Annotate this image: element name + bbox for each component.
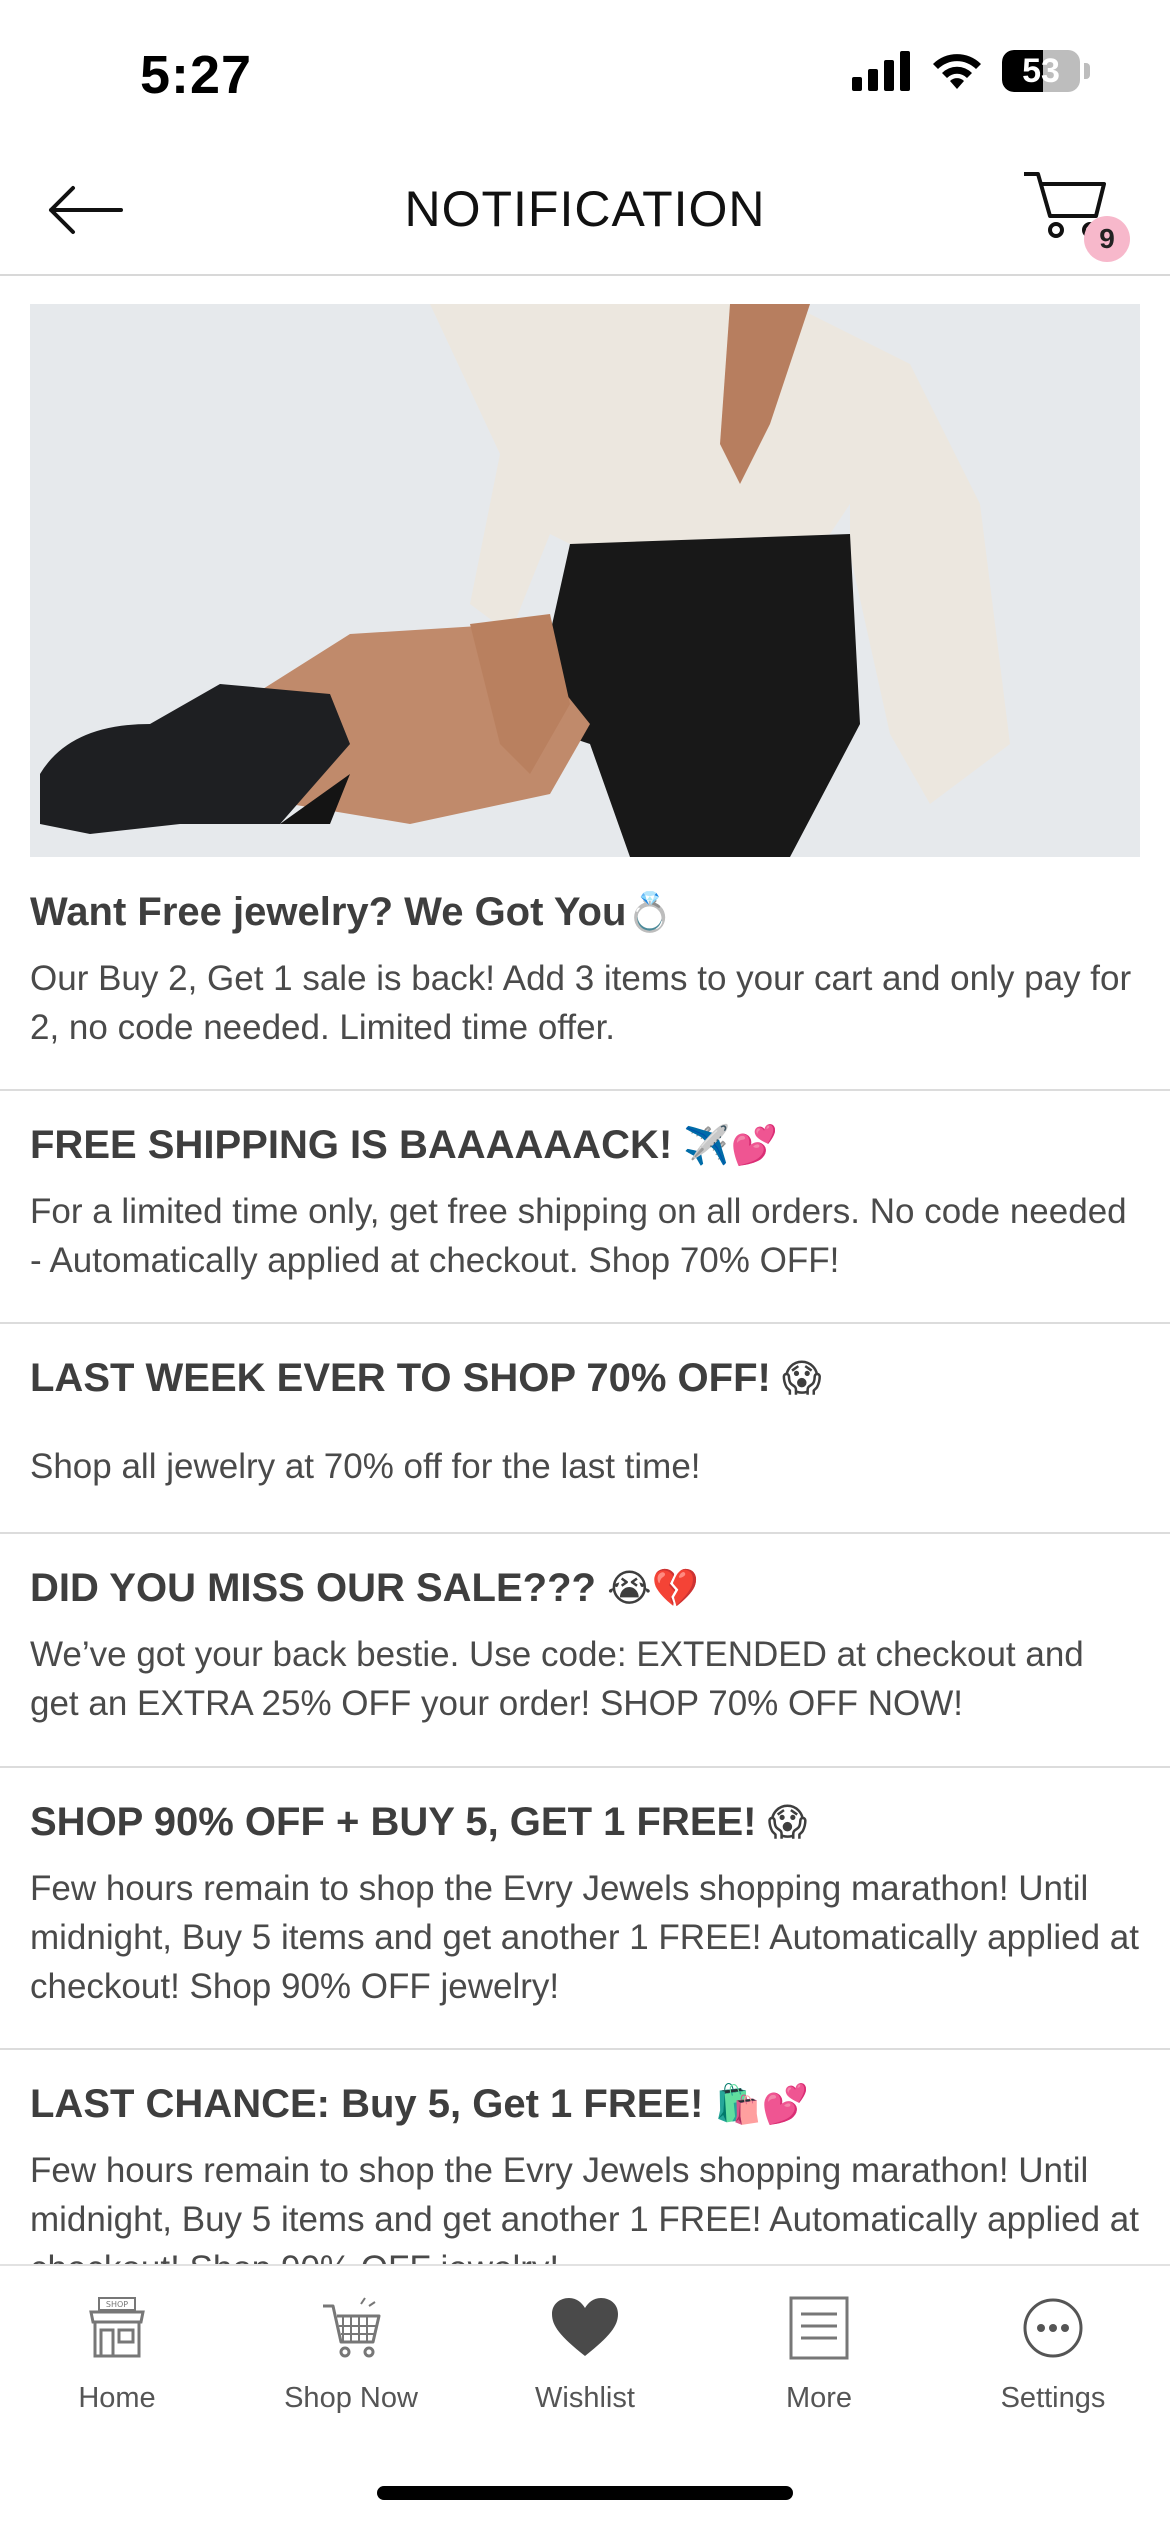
tab-label: More xyxy=(785,2382,853,2414)
notification-body: Few hours remain to shop the Evry Jewels… xyxy=(30,1869,1139,2006)
tab-label: Settings xyxy=(1000,2382,1106,2414)
notification-title: LAST WEEK EVER TO SHOP 70% OFF! 😱 xyxy=(30,1354,1140,1402)
divider xyxy=(0,1089,1170,1091)
shopping-cart-icon xyxy=(234,2288,468,2368)
tab-label: Wishlist xyxy=(535,2382,635,2414)
notification-item[interactable]: DID YOU MISS OUR SALE??? 😭💔 We’ve got yo… xyxy=(30,1564,1140,1728)
home-indicator[interactable] xyxy=(377,2486,793,2500)
status-time: 5:27 xyxy=(140,45,253,105)
notification-title: DID YOU MISS OUR SALE??? 😭💔 xyxy=(30,1564,1140,1612)
notification-title-text: Want Free jewelry? We Got You xyxy=(30,890,627,934)
ring-emoji-icon: 💍 xyxy=(626,890,674,934)
notification-item[interactable]: LAST WEEK EVER TO SHOP 70% OFF! 😱 Shop a… xyxy=(30,1354,1140,1491)
tab-more[interactable]: More xyxy=(702,2288,936,2438)
divider xyxy=(0,1322,1170,1324)
notification-title-text: FREE SHIPPING IS BAAAAAACK! xyxy=(30,1123,673,1167)
divider xyxy=(0,1766,1170,1768)
divider xyxy=(0,2048,1170,2050)
crying-broken-heart-emoji-icon: 😭💔 xyxy=(607,1566,699,1610)
tab-label: Shop Now xyxy=(284,2382,418,2414)
status-bar: 5:27 53 xyxy=(0,0,1170,150)
navigation-header: NOTIFICATION 9 xyxy=(0,150,1170,276)
notification-title: FREE SHIPPING IS BAAAAAACK! ✈️💕 xyxy=(30,1121,1140,1169)
battery-cap xyxy=(1084,63,1090,79)
screaming-face-emoji-icon: 😱 xyxy=(781,1356,822,1400)
battery-icon: 53 xyxy=(1002,50,1080,92)
cellular-signal-icon xyxy=(852,51,910,91)
notification-item[interactable]: SHOP 90% OFF + BUY 5, GET 1 FREE! 😱 Few … xyxy=(30,1798,1140,2011)
list-icon xyxy=(702,2288,936,2368)
notification-title-text: LAST CHANCE: Buy 5, Get 1 FREE! xyxy=(30,2082,704,2126)
tab-wishlist[interactable]: Wishlist xyxy=(468,2288,702,2438)
wifi-icon xyxy=(933,54,981,89)
model-photo-icon xyxy=(30,304,1140,857)
heart-icon xyxy=(468,2288,702,2368)
cart-button[interactable]: 9 xyxy=(1020,164,1130,264)
divider xyxy=(0,1532,1170,1534)
notification-item[interactable]: LAST CHANCE: Buy 5, Get 1 FREE! 🛍️💕 Few … xyxy=(30,2080,1140,2264)
notification-title: Want Free jewelry? We Got You💍 xyxy=(30,888,1140,936)
notification-body: For a limited time only, get free shippi… xyxy=(30,1192,1127,1280)
tab-shop-now[interactable]: Shop Now xyxy=(234,2288,468,2438)
svg-text:SHOP: SHOP xyxy=(106,2300,128,2309)
tab-label: Home xyxy=(78,2382,156,2414)
notification-title: SHOP 90% OFF + BUY 5, GET 1 FREE! 😱 xyxy=(30,1798,1140,1846)
airplane-hearts-emoji-icon: ✈️💕 xyxy=(683,1123,779,1167)
battery-level: 53 xyxy=(1022,52,1060,90)
notification-title: LAST CHANCE: Buy 5, Get 1 FREE! 🛍️💕 xyxy=(30,2080,1140,2128)
notification-body: Few hours remain to shop the Evry Jewels… xyxy=(30,2151,1139,2264)
notification-item[interactable]: Want Free jewelry? We Got You💍 Our Buy 2… xyxy=(30,888,1140,1052)
notification-body: Shop all jewelry at 70% off for the last… xyxy=(30,1447,701,1486)
notification-body: Our Buy 2, Get 1 sale is back! Add 3 ite… xyxy=(30,959,1132,1047)
notification-item[interactable]: FREE SHIPPING IS BAAAAAACK! ✈️💕 For a li… xyxy=(30,1121,1140,1285)
notification-list[interactable]: Want Free jewelry? We Got You💍 Our Buy 2… xyxy=(0,276,1170,2264)
status-icons: 53 xyxy=(852,50,1090,92)
page-title: NOTIFICATION xyxy=(404,181,766,237)
more-dots-icon xyxy=(936,2288,1170,2368)
cart-badge: 9 xyxy=(1084,216,1130,262)
tab-home[interactable]: SHOP Home xyxy=(0,2288,234,2438)
notification-title-text: DID YOU MISS OUR SALE??? xyxy=(30,1566,596,1610)
notification-title-text: LAST WEEK EVER TO SHOP 70% OFF! xyxy=(30,1356,771,1400)
screaming-face-emoji-icon: 😱 xyxy=(767,1800,808,1844)
hero-image[interactable] xyxy=(30,304,1140,857)
shopping-bags-hearts-emoji-icon: 🛍️💕 xyxy=(714,2082,810,2126)
tab-settings[interactable]: Settings xyxy=(936,2288,1170,2438)
shop-storefront-icon: SHOP xyxy=(0,2288,234,2368)
notification-title-text: SHOP 90% OFF + BUY 5, GET 1 FREE! xyxy=(30,1800,757,1844)
notification-body: We’ve got your back bestie. Use code: EX… xyxy=(30,1635,1084,1723)
